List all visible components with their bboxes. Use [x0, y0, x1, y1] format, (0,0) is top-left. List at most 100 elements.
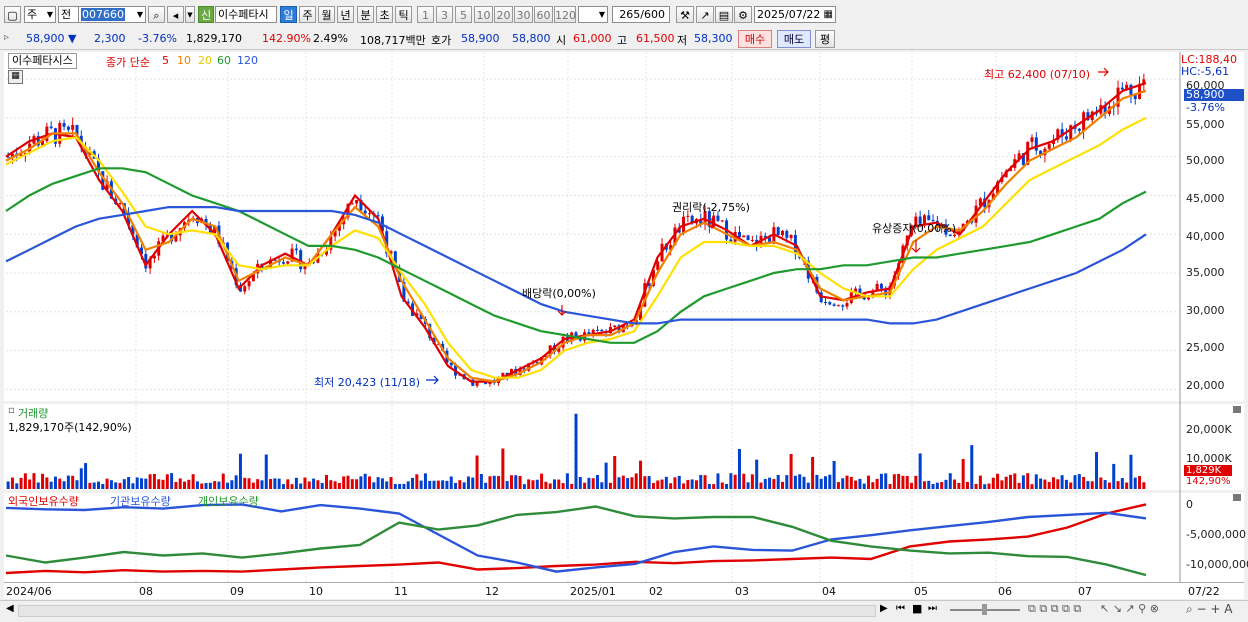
volume-bar — [742, 473, 746, 489]
candle-body — [716, 215, 720, 221]
volume-bar — [604, 462, 608, 489]
volume-bar — [832, 460, 836, 489]
volume-bar — [92, 482, 96, 489]
volume-bar — [411, 477, 415, 489]
volume-bar — [1021, 475, 1025, 489]
volume-bar — [342, 476, 346, 489]
volume-bar — [170, 473, 174, 489]
volume-bar — [75, 480, 79, 489]
volume-current-pct: 142,90% — [1186, 476, 1231, 487]
volume-bar — [819, 478, 823, 489]
volume-bar — [987, 483, 991, 489]
volume-bar — [660, 479, 664, 489]
scrollbar-track[interactable] — [18, 605, 876, 617]
x-label: 09 — [230, 585, 244, 598]
volume-bar — [634, 473, 638, 489]
volume-bar — [836, 482, 840, 489]
volume-bar — [746, 482, 750, 489]
volume-bar — [501, 448, 505, 489]
volume-bar — [195, 481, 199, 489]
drawing-tools-icon[interactable]: ↖ ↘ ↗ ⚲ ⊗ — [1100, 602, 1159, 615]
volume-bar — [1086, 481, 1090, 489]
volume-bar — [643, 476, 647, 489]
volume-bar — [905, 475, 909, 489]
volume-bar — [1064, 479, 1068, 489]
candle-body — [836, 305, 840, 307]
ma-line-120 — [5, 206, 1147, 325]
volume-bar — [574, 413, 578, 489]
close-panel-icon[interactable] — [1233, 494, 1241, 501]
candle-body — [867, 297, 871, 300]
stock-tag[interactable]: 이수페타시스 — [8, 53, 77, 69]
high-arrow — [1098, 67, 1109, 77]
volume-bar — [333, 481, 337, 489]
volume-bar — [991, 477, 995, 489]
candle-body — [686, 215, 690, 217]
forward-icon[interactable]: ⏭ — [928, 603, 937, 614]
volume-bar — [1026, 473, 1030, 489]
volume-bar — [1034, 474, 1038, 489]
volume-bar — [845, 475, 849, 489]
volume-bar — [251, 482, 255, 489]
candle-body — [1120, 87, 1124, 90]
volume-bar — [1004, 476, 1008, 489]
volume-bar — [862, 483, 866, 489]
volume-bar — [479, 474, 483, 489]
zoom-icon[interactable]: ⌕ − + A — [1186, 602, 1232, 617]
y-label-35000: 35,000 — [1186, 266, 1225, 279]
volume-bar — [677, 475, 681, 489]
volume-bar — [587, 477, 591, 489]
volume-bar — [673, 477, 677, 489]
x-label: 2025/01 — [570, 585, 616, 598]
candle-body — [746, 235, 750, 241]
close-panel-icon[interactable] — [1233, 406, 1241, 413]
volume-bar — [1039, 478, 1043, 489]
volume-bar — [729, 473, 733, 489]
rewind-icon[interactable]: ⏮ — [896, 603, 905, 614]
volume-bar — [436, 480, 440, 489]
volume-bar — [393, 484, 397, 489]
volume-bar — [892, 474, 896, 489]
candle-body — [71, 125, 75, 130]
chart-canvas[interactable] — [0, 0, 1248, 621]
ma120-label: 120 — [237, 54, 258, 67]
volume-bar — [316, 480, 320, 489]
volume-bar — [707, 484, 711, 489]
volume-bar — [841, 478, 845, 489]
volume-bar — [914, 475, 918, 489]
volume-bar — [712, 484, 716, 489]
scroll-left-icon[interactable]: ◀ — [6, 603, 14, 614]
volume-bar — [1125, 482, 1129, 489]
volume-value: 1,829,170주(142,90%) — [8, 421, 132, 434]
layout-icon[interactable]: ⧉ ⧉ ⧉ ⧉ ⧉ — [1028, 602, 1081, 616]
volume-bar — [1129, 454, 1133, 489]
volume-bar — [1103, 480, 1107, 489]
x-axis — [4, 582, 1244, 599]
low-annotation: 최저 20,423 (11/18) — [314, 376, 421, 389]
volume-bar — [71, 475, 75, 489]
volume-bar — [10, 477, 14, 489]
candle-body — [1064, 136, 1068, 140]
y-label-25000: 25,000 — [1186, 341, 1225, 354]
volume-bar — [299, 483, 303, 489]
volume-bar — [492, 475, 496, 489]
volume-bar — [703, 475, 707, 489]
volume-bar — [187, 479, 191, 489]
volume-bar — [514, 475, 518, 489]
candle-body — [737, 231, 741, 238]
zoom-slider-handle[interactable] — [982, 604, 987, 615]
volume-bar — [312, 478, 316, 489]
volume-bar — [1013, 473, 1017, 489]
volume-bar — [802, 476, 806, 489]
scroll-right-icon[interactable]: ▶ — [880, 603, 888, 614]
grid-icon[interactable]: ▦ — [8, 70, 23, 84]
y-label-55000: 55,000 — [1186, 118, 1225, 131]
volume-bar — [815, 474, 819, 489]
volume-bar — [389, 477, 393, 489]
candle-body — [832, 304, 836, 306]
x-label: 07/22 — [1188, 585, 1220, 598]
volume-bar — [488, 476, 492, 489]
x-label: 06 — [998, 585, 1012, 598]
stop-icon[interactable]: ■ — [912, 602, 922, 615]
candle-body — [368, 213, 372, 215]
